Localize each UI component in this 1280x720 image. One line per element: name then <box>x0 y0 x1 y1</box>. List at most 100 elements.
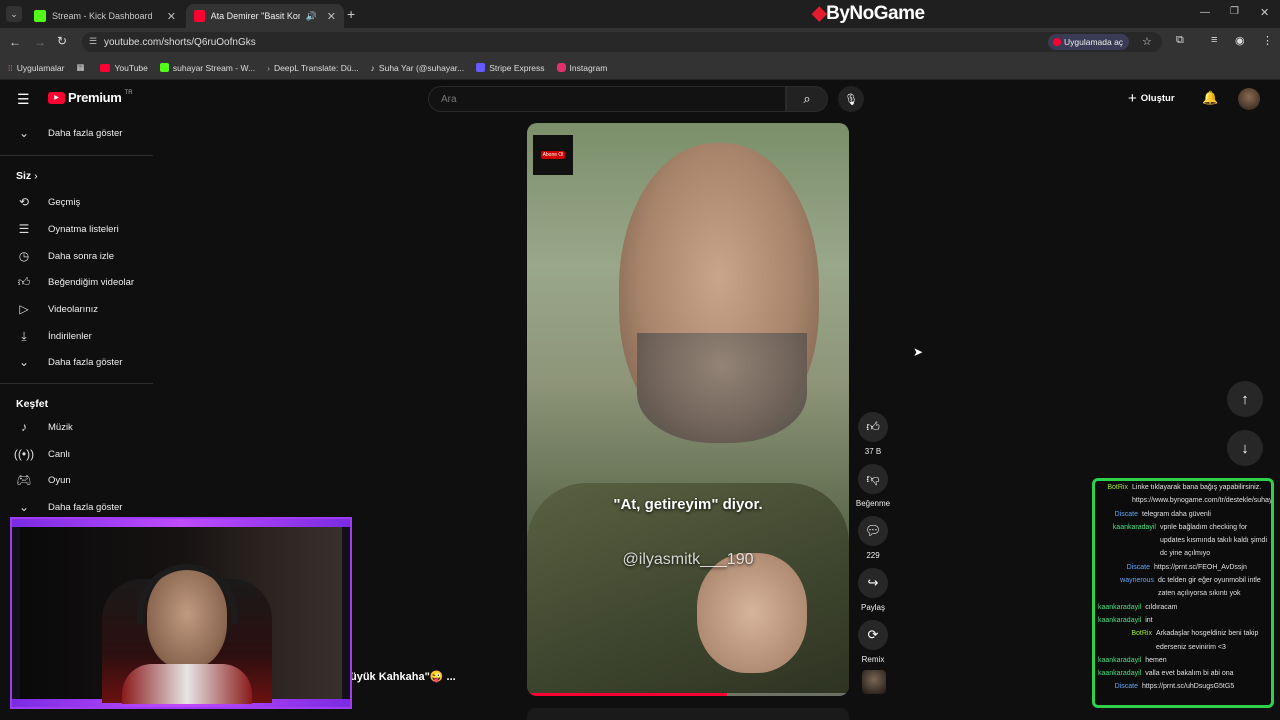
video-title-fragment: üyük Kahkaha"😜 ... <box>350 671 456 683</box>
sidebar-item-playlists[interactable]: ☰ Oynatma listeleri <box>0 216 153 242</box>
like-button[interactable]: 👍︎ <box>858 412 888 442</box>
chat-message: kaankaradayil int <box>1095 614 1271 627</box>
restore-button[interactable]: ❐ <box>1230 6 1239 17</box>
chat-username: BotRix <box>1107 484 1128 491</box>
bookmark-kick[interactable]: suhayar Stream - W... <box>159 63 255 73</box>
bookmark-grid[interactable]: ▦ <box>76 62 84 73</box>
chat-message: waynerous dc telden gir eğer oyunmobil in… <box>1095 574 1271 601</box>
chat-text: https://prnt.sc/FEOH_AvDssjn <box>1154 563 1247 571</box>
next-short-button[interactable]: ↓ <box>1227 430 1263 466</box>
reload-icon[interactable]: ↻ <box>57 34 67 48</box>
media-control-icon[interactable]: ≡ <box>1211 34 1217 46</box>
close-icon[interactable]: ✕ <box>327 10 336 23</box>
arrow-up-icon: ↑ <box>1241 390 1249 408</box>
address-bar[interactable]: ☰ youtube.com/shorts/Q6ruOofnGks Uygulam… <box>82 32 1162 52</box>
chat-text: Linke tıklayarak bana bağış yapabilirsin… <box>1132 484 1274 505</box>
url-text: youtube.com/shorts/Q6ruOofnGks <box>104 36 256 48</box>
like-count: 37 B <box>864 447 882 456</box>
bookmark-instagram[interactable]: Instagram <box>556 63 607 73</box>
close-icon[interactable]: ✕ <box>167 10 176 23</box>
chat-message: Discate telegram daha güvenli <box>1095 508 1271 521</box>
video-subject-hand <box>697 553 807 673</box>
chat-message: kaankaradayil cıldıracam <box>1095 601 1271 614</box>
tab-search-icon[interactable]: ⌄ <box>6 6 22 22</box>
open-in-app-button[interactable]: Uygulamada aç <box>1048 34 1130 50</box>
tiktok-icon: ♪ <box>370 62 375 73</box>
sidebar-item-history[interactable]: ⟲ Geçmiş <box>0 189 153 215</box>
chat-text: hemen <box>1145 656 1167 664</box>
previous-short-button[interactable]: ↑ <box>1227 381 1263 417</box>
share-button[interactable]: ↪ <box>858 568 888 598</box>
sidebar-item-gaming[interactable]: 🎮︎ Oyun <box>0 467 153 493</box>
chat-text: dc telden gir eğer oyunmobil intle zaten… <box>1158 577 1261 598</box>
tab-bar: ⌄ Stream - Kick Dashboard ✕ Ata Demirer … <box>0 0 1280 28</box>
search-button[interactable]: ⌕ <box>786 86 828 112</box>
hamburger-menu-icon[interactable]: ☰ <box>17 91 30 108</box>
bookmark-deepl[interactable]: › DeepL Translate: Dü... <box>267 63 359 73</box>
sound-thumbnail[interactable] <box>862 670 886 694</box>
video-icon: ▷ <box>19 302 29 316</box>
sidebar-divider <box>0 383 153 384</box>
create-button[interactable]: + Oluştur <box>1128 90 1175 107</box>
sidebar-show-more-top[interactable]: ⌄ Daha fazla göster <box>0 120 153 146</box>
apps-grid-icon: ⁞⁞ <box>8 62 13 73</box>
tab-label: Stream - Kick Dashboard <box>52 11 153 21</box>
close-window-button[interactable]: ✕ <box>1260 6 1269 19</box>
video-handle-overlay: @ilyasmitk___190 <box>622 551 754 568</box>
tab-kick-dashboard[interactable]: Stream - Kick Dashboard ✕ <box>26 4 184 28</box>
voice-search-button[interactable]: 🎙 <box>838 86 864 112</box>
chevron-right-icon: › <box>34 170 38 182</box>
sidebar-item-your-videos[interactable]: ▷ Videolarınız <box>0 296 153 322</box>
video-caption: "At, getireyim" diyor. <box>613 496 763 513</box>
sidebar-item-downloads[interactable]: ⤓ İndirilenler <box>0 323 153 349</box>
bookmark-label: DeepL Translate: Dü... <box>273 62 359 73</box>
tab-youtube-short[interactable]: Ata Demirer "Basit Konular 🔊 ✕ <box>186 4 344 28</box>
dislike-button[interactable]: 👎︎ <box>858 464 888 494</box>
youtube-premium-logo[interactable]: ▶ Premium TR <box>48 90 133 105</box>
star-icon[interactable]: ☆ <box>1142 35 1152 48</box>
bookmark-tiktok[interactable]: ♪ Suha Yar (@suhayar... <box>371 63 465 73</box>
progress-bar[interactable] <box>527 693 849 696</box>
chat-username: BotRix <box>1131 630 1152 638</box>
bookmark-label: Stripe Express <box>489 62 545 73</box>
sidebar-show-more-you[interactable]: ⌄ Daha fazla göster <box>0 349 153 375</box>
chat-username: waynerous <box>1120 577 1154 585</box>
site-info-icon[interactable]: ☰ <box>89 36 97 47</box>
sidebar-item-watch-later[interactable]: ◷ Daha sonra izle <box>0 243 153 269</box>
bookmark-youtube[interactable]: YouTube <box>100 63 148 73</box>
sidebar-section-you[interactable]: Siz › <box>16 170 38 182</box>
minimize-button[interactable]: — <box>1200 7 1210 18</box>
shorts-video-player[interactable]: Abone Ol "At, getireyim" diyor. @ilyasmi… <box>527 123 849 696</box>
chat-text: telegram daha güvenli <box>1142 510 1211 518</box>
chat-username: kaankaradayil <box>1098 603 1142 611</box>
forward-icon[interactable]: → <box>34 35 46 49</box>
extensions-icon[interactable]: ⧉ <box>1176 34 1184 47</box>
new-tab-button[interactable]: + <box>347 6 355 22</box>
notifications-bell-icon[interactable]: 🔔 <box>1202 90 1218 106</box>
search-icon: ⌕ <box>803 91 811 106</box>
avatar[interactable] <box>1238 88 1260 110</box>
chat-username: kaankaradayil <box>1098 616 1142 624</box>
remix-button[interactable]: ⟳ <box>858 620 888 650</box>
sidebar-item-music[interactable]: ♪ Müzik <box>0 414 153 440</box>
back-icon[interactable]: ← <box>9 35 21 49</box>
comments-button[interactable]: 💬︎ <box>858 516 888 546</box>
webcam-overlay <box>10 517 352 709</box>
chat-text: cıldıracam <box>1145 603 1178 611</box>
bookmark-stripe[interactable]: Stripe Express <box>476 62 545 73</box>
history-icon: ⟲ <box>18 195 30 209</box>
sidebar-item-liked-videos[interactable]: 👍︎ Beğendiğim videolar <box>0 269 153 295</box>
bookmark-apps[interactable]: ⁞⁞ Uygulamalar <box>8 63 64 73</box>
search-input[interactable]: Ara <box>428 86 786 112</box>
profile-icon[interactable]: ◉ <box>1235 34 1245 47</box>
share-label: Paylaş <box>860 603 885 612</box>
chat-message: kaankaradayil vpnle bağladım checking for… <box>1095 521 1271 561</box>
sidebar-item-live[interactable]: ((•)) Canlı <box>0 441 153 467</box>
remix-label: Remix <box>861 655 885 664</box>
speaker-icon[interactable]: 🔊 <box>306 11 317 22</box>
subscribe-badge[interactable]: Abone Ol <box>533 135 573 175</box>
menu-icon[interactable]: ⋮ <box>1262 34 1273 47</box>
thumbs-up-icon: 👍︎ <box>17 274 31 289</box>
sidebar-item-label: Oyun <box>48 474 71 486</box>
subscribe-badge-label: Abone Ol <box>540 151 566 159</box>
